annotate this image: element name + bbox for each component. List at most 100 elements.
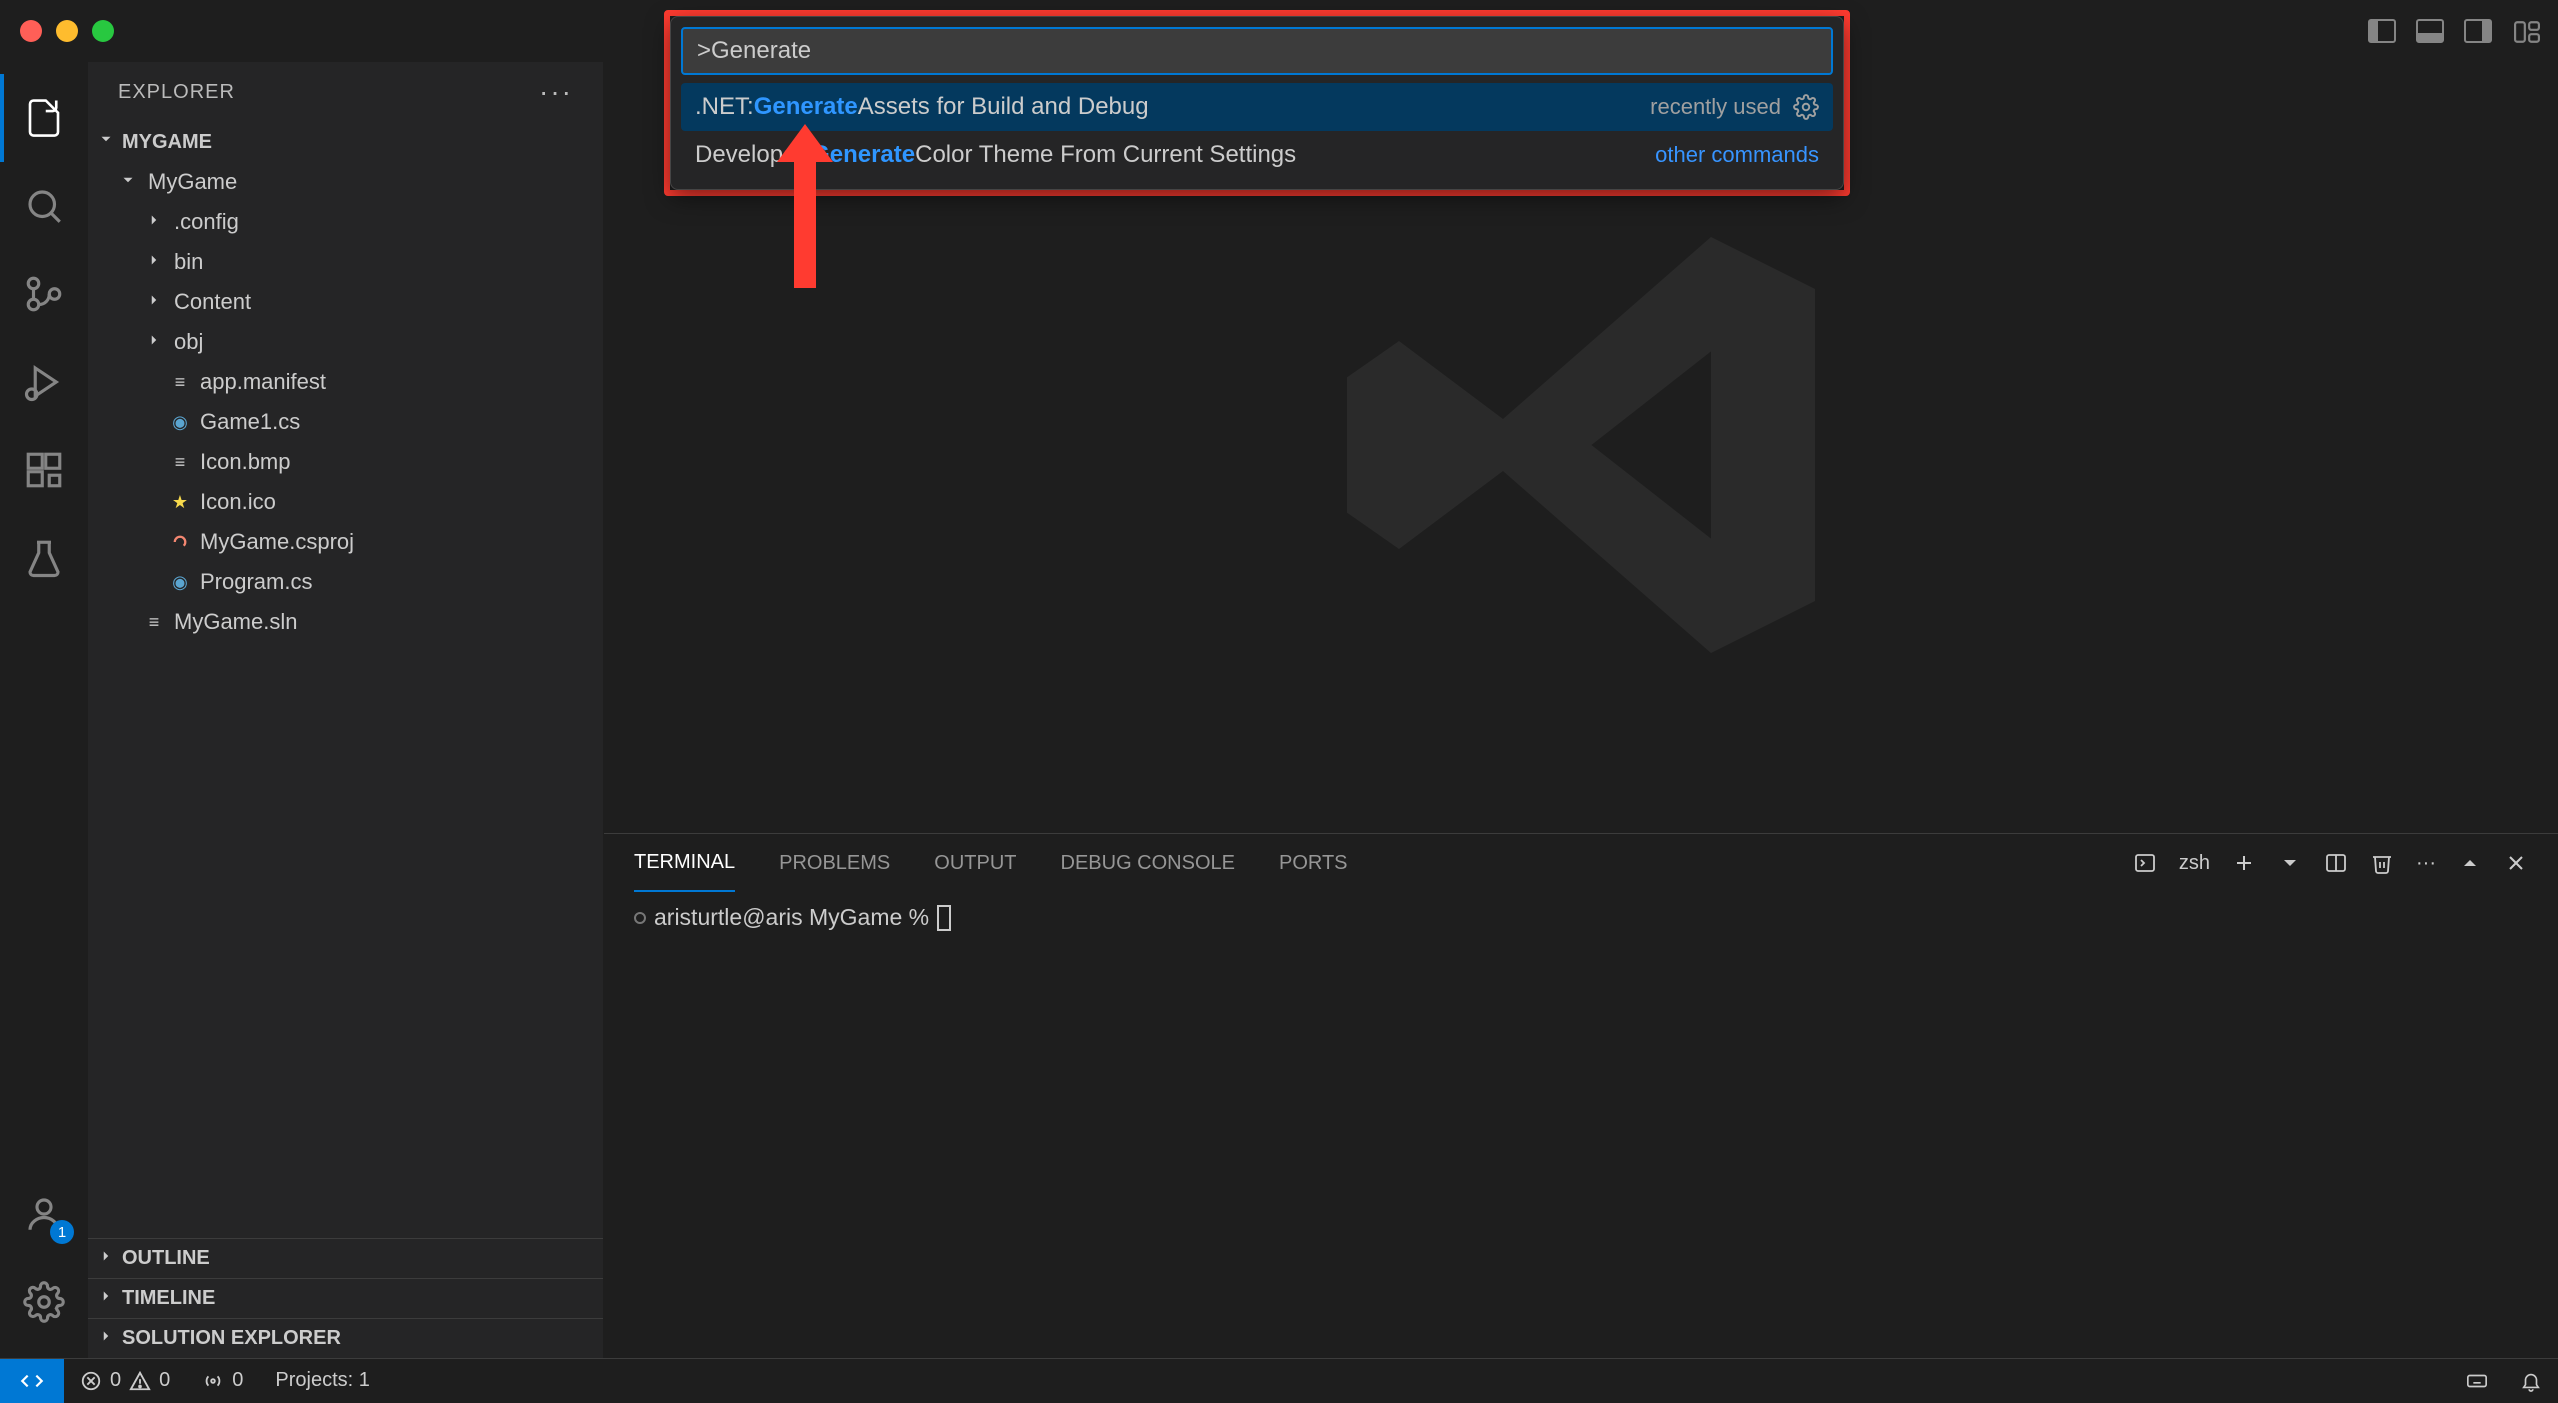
vscode-watermark-icon <box>1321 185 1841 711</box>
bottom-panel: TERMINAL PROBLEMS OUTPUT DEBUG CONSOLE PORTS… <box>604 833 2558 1358</box>
folder-item[interactable]: Content <box>88 282 603 322</box>
layout-controls <box>2368 19 2540 43</box>
testing-activity-icon[interactable] <box>0 514 88 602</box>
command-palette-item[interactable]: Developer: Generate Color Theme From Cur… <box>681 131 1833 179</box>
panel-tab-ports[interactable]: PORTS <box>1279 834 1348 892</box>
chevron-right-icon <box>94 1287 118 1311</box>
new-terminal-icon[interactable] <box>2232 851 2256 875</box>
tree-item-label: MyGame <box>148 169 237 195</box>
split-terminal-icon[interactable] <box>2324 851 2348 875</box>
file-item[interactable]: ◉Program.cs <box>88 562 603 602</box>
toggle-secondary-sidebar-icon[interactable] <box>2464 19 2492 43</box>
file-item[interactable]: ◉Game1.cs <box>88 402 603 442</box>
terminal-shell-label: zsh <box>2179 852 2210 875</box>
panel-more-icon[interactable]: ··· <box>2416 852 2436 875</box>
terminal-dropdown-icon[interactable] <box>2278 851 2302 875</box>
accounts-badge: 1 <box>50 1220 74 1244</box>
explorer-sidebar: EXPLORER ··· MYGAME MyGame .config bin Cont… <box>88 62 604 1358</box>
panel-tab-problems[interactable]: PROBLEMS <box>779 834 890 892</box>
ports-count: 0 <box>232 1369 243 1392</box>
minimize-window-button[interactable] <box>56 20 78 42</box>
folder-item[interactable]: bin <box>88 242 603 282</box>
run-debug-activity-icon[interactable] <box>0 338 88 426</box>
maximize-panel-icon[interactable] <box>2458 851 2482 875</box>
file-item[interactable]: MyGame.csproj <box>88 522 603 562</box>
terminal-body[interactable]: aristurtle@aris MyGame % <box>604 892 2558 1358</box>
extensions-activity-icon[interactable] <box>0 426 88 514</box>
chevron-right-icon <box>94 1247 118 1271</box>
terminal-prompt: aristurtle@aris MyGame % <box>654 904 929 931</box>
command-palette-item[interactable]: .NET: Generate Assets for Build and Debu… <box>681 83 1833 131</box>
maximize-window-button[interactable] <box>92 20 114 42</box>
file-tree: MyGame.configbinContentobj≡app.manifest◉… <box>88 162 603 1238</box>
command-meta: other commands <box>1655 142 1819 168</box>
panel-actions: zsh ··· <box>2133 851 2528 875</box>
tree-item-label: bin <box>174 249 203 275</box>
command-meta: recently used <box>1650 94 1819 120</box>
sidebar-collapsed-sections: OUTLINE TIMELINE SOLUTION EXPLORER <box>88 1238 603 1358</box>
warnings-count: 0 <box>159 1369 170 1392</box>
customize-layout-icon[interactable] <box>2512 19 2540 43</box>
panel-tab-output[interactable]: OUTPUT <box>934 834 1016 892</box>
notifications-status-icon[interactable] <box>2504 1370 2558 1392</box>
terminal-status-icon <box>634 912 646 924</box>
panel-tab-terminal[interactable]: TERMINAL <box>634 834 735 892</box>
ports-status[interactable]: 0 <box>186 1369 259 1392</box>
command-palette-list: .NET: Generate Assets for Build and Debu… <box>681 83 1833 179</box>
explorer-activity-icon[interactable] <box>0 74 88 162</box>
sidebar-header: EXPLORER ··· <box>88 62 603 122</box>
chevron-down-icon <box>94 130 118 154</box>
tree-item-label: .config <box>174 209 239 235</box>
command-palette: .NET: Generate Assets for Build and Debu… <box>670 16 1844 190</box>
tree-item-label: Program.cs <box>200 569 312 595</box>
keyboard-status-icon[interactable] <box>2450 1370 2504 1392</box>
settings-activity-icon[interactable] <box>0 1258 88 1346</box>
tree-item-label: Icon.ico <box>200 489 276 515</box>
sidebar-more-icon[interactable]: ··· <box>539 76 573 108</box>
gear-icon[interactable] <box>1793 94 1819 120</box>
section-label: TIMELINE <box>122 1287 215 1310</box>
source-control-activity-icon[interactable] <box>0 250 88 338</box>
file-item[interactable]: ★Icon.ico <box>88 482 603 522</box>
explorer-section-header[interactable]: MYGAME <box>88 122 603 162</box>
window-controls <box>20 20 114 42</box>
file-item[interactable]: ≡app.manifest <box>88 362 603 402</box>
collapsed-section[interactable]: OUTLINE <box>88 1238 603 1278</box>
file-item[interactable]: ≡Icon.bmp <box>88 442 603 482</box>
terminal-profile-icon[interactable] <box>2133 851 2157 875</box>
panel-tab-debug-console[interactable]: DEBUG CONSOLE <box>1061 834 1235 892</box>
panel-tabs: TERMINAL PROBLEMS OUTPUT DEBUG CONSOLE PORTS… <box>604 834 2558 892</box>
terminal-line: aristurtle@aris MyGame % <box>634 904 2528 931</box>
sidebar-title: EXPLORER <box>118 81 235 104</box>
toggle-primary-sidebar-icon[interactable] <box>2368 19 2396 43</box>
section-label: OUTLINE <box>122 1247 210 1270</box>
close-panel-icon[interactable] <box>2504 851 2528 875</box>
collapsed-section[interactable]: TIMELINE <box>88 1278 603 1318</box>
folder-item[interactable]: .config <box>88 202 603 242</box>
tree-item-label: obj <box>174 329 203 355</box>
command-palette-highlight: .NET: Generate Assets for Build and Debu… <box>664 10 1850 196</box>
projects-status[interactable]: Projects: 1 <box>259 1369 385 1392</box>
search-activity-icon[interactable] <box>0 162 88 250</box>
activity-bar: 1 <box>0 62 88 1358</box>
file-item[interactable]: ≡MyGame.sln <box>88 602 603 642</box>
errors-status[interactable]: 0 0 <box>64 1369 186 1392</box>
tree-item-label: MyGame.csproj <box>200 529 354 555</box>
tree-item-label: app.manifest <box>200 369 326 395</box>
accounts-activity-icon[interactable]: 1 <box>0 1170 88 1258</box>
errors-count: 0 <box>110 1369 121 1392</box>
toggle-panel-icon[interactable] <box>2416 19 2444 43</box>
projects-label: Projects: 1 <box>275 1369 369 1392</box>
kill-terminal-icon[interactable] <box>2370 851 2394 875</box>
chevron-right-icon <box>94 1327 118 1351</box>
tree-item-label: MyGame.sln <box>174 609 297 635</box>
folder-item[interactable]: MyGame <box>88 162 603 202</box>
tree-item-label: Content <box>174 289 251 315</box>
remote-indicator[interactable] <box>0 1359 64 1403</box>
section-label: SOLUTION EXPLORER <box>122 1327 341 1350</box>
collapsed-section[interactable]: SOLUTION EXPLORER <box>88 1318 603 1358</box>
close-window-button[interactable] <box>20 20 42 42</box>
folder-item[interactable]: obj <box>88 322 603 362</box>
command-palette-input[interactable] <box>681 27 1833 75</box>
tree-item-label: Icon.bmp <box>200 449 291 475</box>
